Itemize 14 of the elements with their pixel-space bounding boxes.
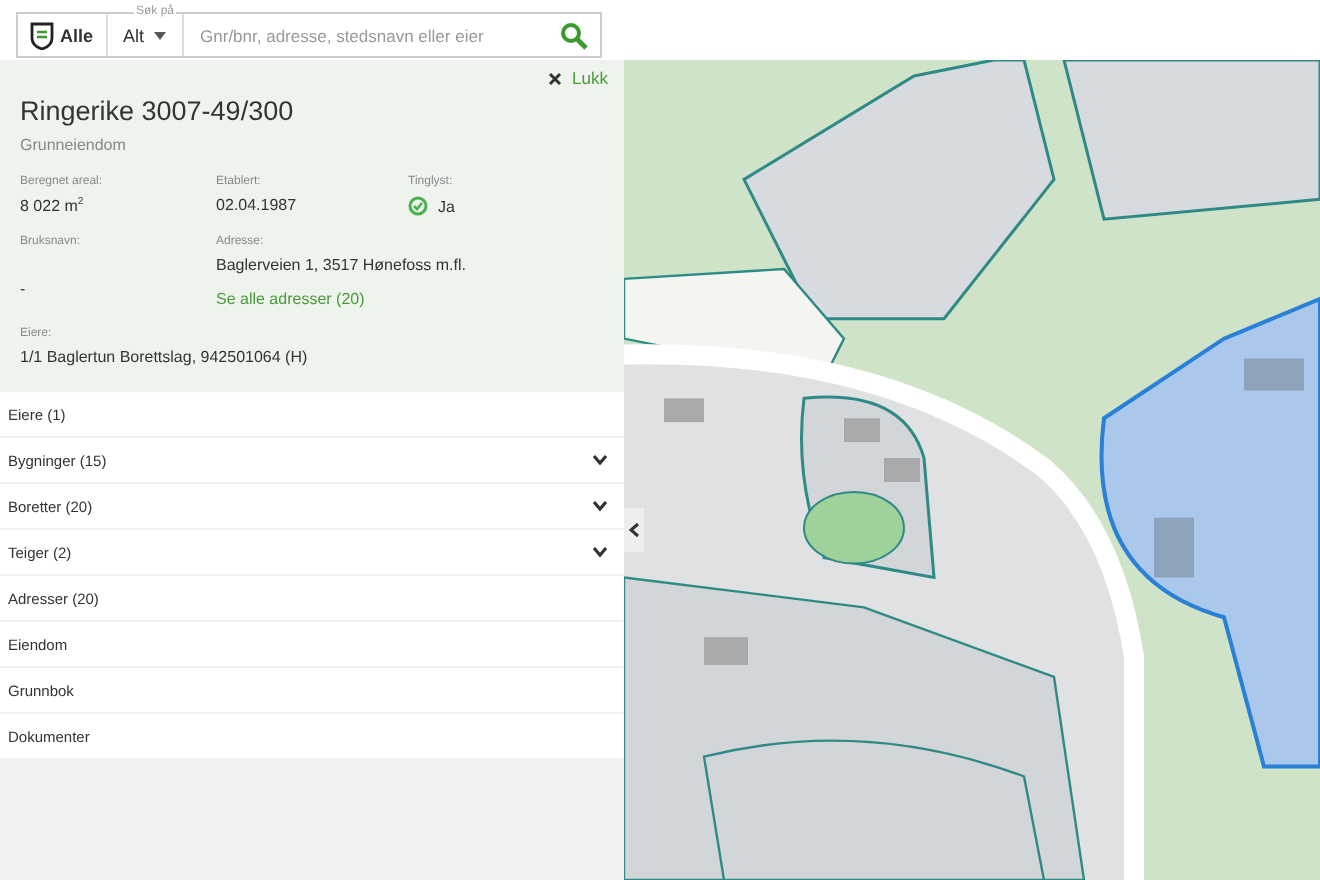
search-icon[interactable] [560, 21, 588, 49]
collapse-panel-button[interactable] [624, 508, 644, 552]
close-icon [548, 71, 563, 85]
field-value: Ja [438, 197, 455, 215]
field-value: Baglerveien 1, 3517 Hønefoss m.fl. [216, 256, 468, 274]
field-value: - [20, 280, 28, 298]
property-title: Ringerike 3007-49/300 [20, 96, 296, 126]
field-value: 1/1 Baglertun Borettslag, 942501064 (H) [20, 348, 310, 366]
property-type: Grunneiendom [20, 136, 128, 154]
caret-icon [154, 31, 167, 39]
chevron-left-icon [628, 522, 640, 538]
field-value: 8 022 m$^{2}$ [20, 196, 86, 216]
field-value: 02.04.1987 [216, 196, 299, 214]
shield-icon [30, 21, 54, 49]
